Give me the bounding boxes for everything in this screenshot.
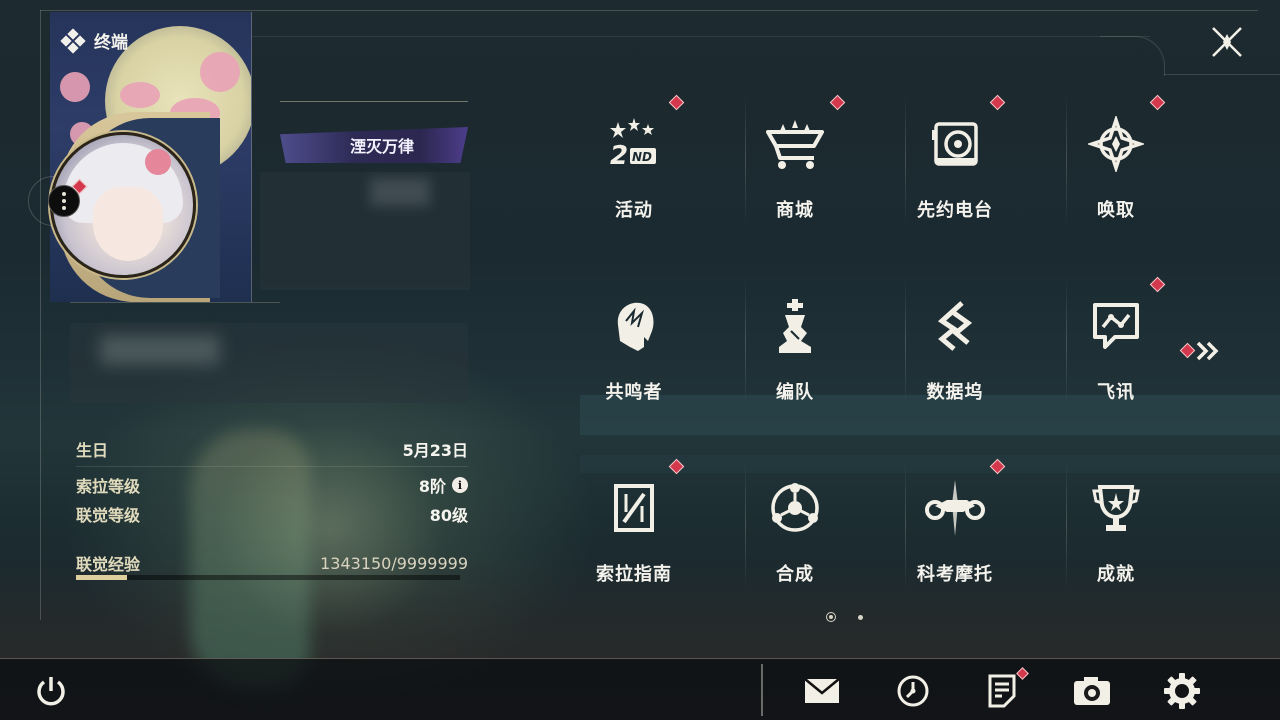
menu-item-achievements[interactable]: 成就: [1036, 464, 1196, 644]
menu-item-label: 飞讯: [1097, 382, 1135, 403]
chat-message-icon: [1084, 294, 1148, 358]
menu-item-label: 成就: [1097, 564, 1135, 585]
trophy-icon: [1084, 476, 1148, 540]
guidebook-icon: [602, 476, 666, 540]
menu-item-radio[interactable]: 先约电台: [875, 100, 1035, 280]
app-title-text: 终端: [94, 33, 128, 53]
app-title: 终端: [60, 27, 128, 54]
camera-button[interactable]: [1071, 670, 1113, 712]
synthesis-icon: [763, 476, 827, 540]
camera-icon: [1074, 677, 1110, 705]
frame-line: [40, 10, 1258, 11]
menu-item-label: 唤取: [1097, 200, 1135, 221]
sol-rank-label: 索拉等级: [76, 477, 141, 496]
history-button[interactable]: [892, 670, 934, 712]
divider: [76, 466, 468, 467]
divider: [761, 664, 763, 716]
double-chevron-right-icon: [1196, 341, 1219, 361]
resonator-head-icon: [602, 294, 666, 358]
mail-button[interactable]: [801, 670, 843, 712]
menu-item-guidebook[interactable]: 索拉指南: [554, 464, 714, 644]
menu-item-label: 索拉指南: [596, 564, 672, 585]
chess-team-icon: [763, 294, 827, 358]
union-exp-progress-bar: [76, 575, 460, 580]
menu-item-label: 先约电台: [917, 200, 993, 221]
birthday-value: 5月23日: [402, 441, 468, 460]
title-badge[interactable]: 湮灭万律: [280, 127, 468, 163]
menu-item-team[interactable]: 编队: [715, 282, 875, 462]
menu-item-shop[interactable]: 商城: [715, 100, 875, 280]
divider: [280, 101, 468, 102]
frame-line: [1164, 74, 1280, 75]
sol-rank-value: 8阶: [418, 477, 446, 496]
menu-item-messages[interactable]: 飞讯: [1036, 282, 1196, 462]
frame-line: [40, 10, 41, 620]
union-level-label: 联觉等级: [76, 506, 141, 525]
menu-item-label: 商城: [776, 200, 814, 221]
union-exp-progress-fill: [76, 575, 128, 580]
frame-line: [250, 36, 1150, 37]
info-row-union-exp: 联觉经验 1343150/9999999: [76, 551, 468, 575]
menu-item-label: 数据坞: [926, 382, 984, 403]
menu-item-convene[interactable]: 唤取: [1036, 100, 1196, 280]
title-badge-text: 湮灭万律: [349, 137, 414, 156]
page-dot-1[interactable]: [826, 612, 836, 622]
menu-item-label: 合成: [776, 564, 814, 585]
clock-icon: [897, 675, 929, 707]
next-page-button[interactable]: [1194, 340, 1224, 362]
info-row-sol-rank: 索拉等级 8阶 i: [76, 473, 468, 497]
data-bank-icon: [923, 294, 987, 358]
page-dot-2[interactable]: [858, 614, 863, 620]
close-icon: [1212, 27, 1242, 57]
union-level-value: 80级: [429, 506, 468, 525]
player-name-field[interactable]: [260, 172, 470, 290]
info-icon[interactable]: i: [452, 477, 468, 493]
settings-gear-icon: [1164, 673, 1200, 709]
info-row-birthday: 生日 5月23日: [76, 437, 468, 461]
close-button[interactable]: [1207, 22, 1247, 62]
motorcycle-icon: [923, 476, 987, 540]
event-2nd-anniversary-icon: 2 ND: [602, 112, 666, 176]
menu-item-label: 编队: [776, 382, 814, 403]
divider: [70, 302, 280, 303]
terminal-logo-icon: [60, 27, 86, 54]
menu-item-label: 科考摩托: [917, 564, 993, 585]
shop-cart-icon: [763, 112, 827, 176]
frame-line: [1100, 36, 1165, 76]
notice-icon: [988, 674, 1016, 708]
power-icon: [37, 677, 65, 706]
convene-icon: [1084, 112, 1148, 176]
menu-item-events[interactable]: 2 ND 活动: [554, 100, 714, 280]
radio-icon: [923, 112, 987, 176]
blurred-signature: [100, 335, 220, 365]
union-exp-value: 1343150/9999999: [320, 553, 468, 573]
menu-item-data-bank[interactable]: 数据坞: [875, 282, 1035, 462]
blurred-name: [370, 178, 430, 206]
union-exp-label: 联觉经验: [76, 555, 141, 574]
menu-item-label: 共鸣者: [605, 382, 663, 403]
menu-item-motorcycle[interactable]: 科考摩托: [875, 464, 1035, 644]
birthday-label: 生日: [76, 441, 109, 460]
notice-button[interactable]: [981, 670, 1023, 712]
settings-button[interactable]: [1161, 670, 1203, 712]
mail-icon: [804, 678, 840, 703]
power-button[interactable]: [30, 670, 72, 712]
menu-item-label: 活动: [615, 200, 653, 221]
svg-text:2: 2: [610, 141, 628, 171]
svg-text:ND: ND: [632, 150, 652, 164]
page-indicator: [826, 612, 863, 622]
menu-item-resonators[interactable]: 共鸣者: [554, 282, 714, 462]
info-row-union-level: 联觉等级 80级: [76, 502, 468, 526]
